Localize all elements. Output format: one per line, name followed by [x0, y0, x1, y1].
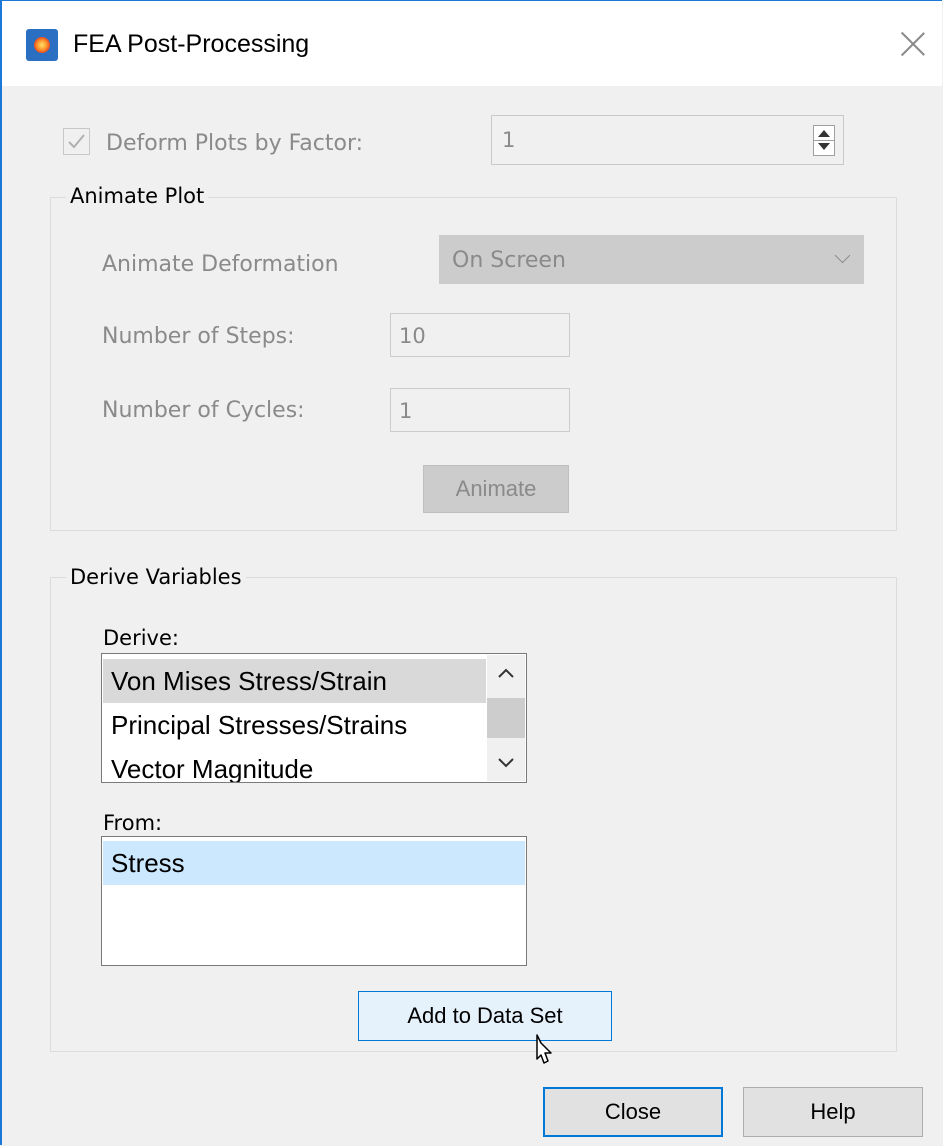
from-listbox[interactable]: Stress [101, 836, 527, 966]
app-icon [26, 29, 58, 61]
add-to-data-set-button[interactable]: Add to Data Set [358, 991, 612, 1041]
scroll-thumb[interactable] [487, 698, 525, 738]
derive-label: Derive: [103, 626, 179, 650]
spin-buttons[interactable] [813, 125, 835, 156]
number-of-steps-label: Number of Steps: [102, 324, 295, 349]
title-bar[interactable]: FEA Post-Processing [2, 1, 942, 86]
list-item[interactable]: Von Mises Stress/Strain [103, 659, 486, 703]
deform-plots-checkbox[interactable] [63, 128, 90, 155]
chevron-down-icon [834, 247, 851, 264]
animate-plot-title: Animate Plot [66, 184, 209, 208]
list-item[interactable]: Stress [103, 841, 525, 885]
derive-listbox[interactable]: Von Mises Stress/Strain Principal Stress… [101, 653, 527, 783]
deform-plots-label: Deform Plots by Factor: [106, 131, 364, 156]
list-item[interactable]: Principal Stresses/Strains [103, 703, 486, 747]
number-of-steps-value: 10 [399, 324, 426, 348]
number-of-steps-input[interactable]: 10 [390, 313, 570, 357]
deform-factor-value: 1 [502, 128, 516, 152]
scroll-up-icon[interactable] [487, 655, 525, 693]
fea-post-processing-dialog: FEA Post-Processing Deform Plots by Fact… [0, 0, 942, 1145]
spin-up-icon[interactable] [818, 130, 830, 137]
animate-deformation-dropdown[interactable]: On Screen [439, 235, 864, 284]
animate-deformation-label: Animate Deformation [102, 252, 339, 277]
animate-button[interactable]: Animate [423, 465, 569, 513]
spin-down-icon[interactable] [818, 143, 830, 150]
help-button[interactable]: Help [743, 1087, 923, 1137]
close-button[interactable]: Close [543, 1087, 723, 1137]
mouse-pointer-icon [536, 1034, 552, 1064]
number-of-cycles-input[interactable]: 1 [390, 388, 570, 432]
deform-factor-spinner[interactable]: 1 [491, 115, 844, 165]
close-icon[interactable] [897, 27, 929, 59]
scroll-down-icon[interactable] [487, 743, 525, 781]
list-item[interactable]: Vector Magnitude [103, 747, 486, 782]
from-label: From: [103, 811, 163, 835]
derive-scrollbar[interactable] [487, 655, 525, 781]
window-title: FEA Post-Processing [73, 30, 310, 58]
number-of-cycles-label: Number of Cycles: [102, 398, 305, 423]
animate-deformation-value: On Screen [452, 248, 566, 273]
checkmark-icon [68, 134, 85, 149]
derive-variables-title: Derive Variables [66, 565, 246, 589]
number-of-cycles-value: 1 [399, 399, 413, 423]
